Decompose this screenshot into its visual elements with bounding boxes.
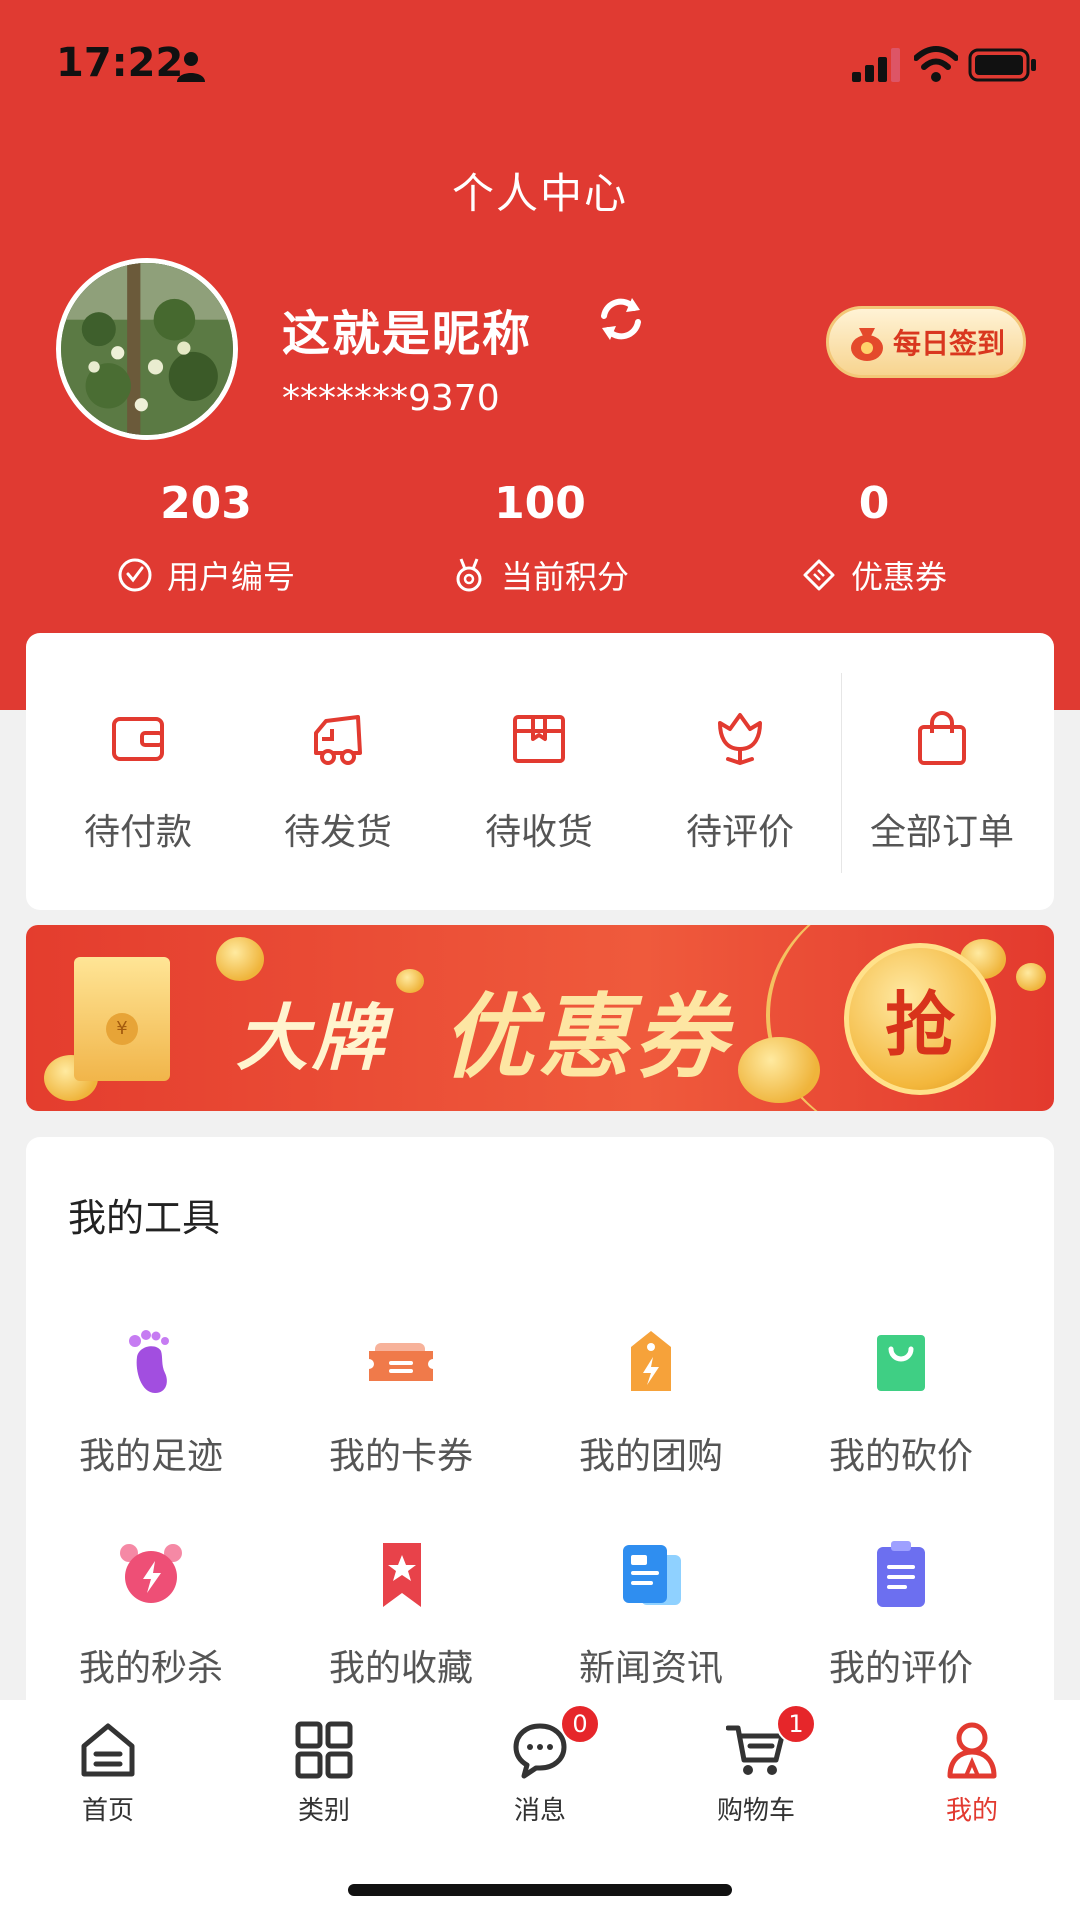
news-document-icon (623, 1545, 681, 1605)
stat-coupons[interactable]: 0 优惠券 (724, 478, 1024, 598)
coin-icon (1016, 963, 1046, 991)
battery-icon (968, 48, 1036, 82)
daily-checkin-label: 每日签到 (892, 327, 1005, 360)
tool-footprint[interactable]: 我的足迹 (26, 1327, 276, 1507)
grid-icon (295, 1721, 353, 1779)
order-pending-shipment[interactable]: 待发货 (238, 633, 438, 910)
order-label: 待收货 (484, 812, 593, 853)
truck-icon (314, 715, 362, 765)
cart-count-badge: 1 (776, 1704, 816, 1744)
tab-cart[interactable]: 1 购物车 (648, 1704, 864, 1840)
grab-coin-button[interactable]: 抢 (844, 943, 996, 1095)
coin-icon (396, 969, 424, 993)
order-label: 待评价 (685, 812, 794, 853)
stat-label: 当前积分 (500, 558, 629, 596)
banner-text-coupon: 优惠券 (442, 984, 731, 1091)
shopping-bag-icon (918, 711, 966, 765)
signal-icon (852, 48, 900, 82)
order-pending-payment[interactable]: 待付款 (38, 633, 238, 910)
tool-label: 我的评价 (828, 1648, 973, 1689)
home-icon (81, 1723, 135, 1777)
tab-label: 消息 (513, 1796, 566, 1826)
stat-label: 用户编号 (166, 558, 295, 596)
person-icon (177, 52, 205, 82)
wallet-icon (112, 717, 164, 761)
money-bag-icon (850, 328, 883, 361)
clipboard-icon (877, 1541, 925, 1607)
alarm-clock-icon (120, 1544, 182, 1603)
status-time: 17:22 (56, 40, 184, 86)
order-all[interactable]: 全部订单 (842, 633, 1042, 910)
tab-home[interactable]: 首页 (0, 1720, 216, 1840)
tool-label: 我的秒杀 (78, 1648, 223, 1689)
orders-card: 待付款 待发货 待收货 待评价 全部订单 (26, 633, 1054, 910)
yen-badge: ¥ (106, 1013, 138, 1045)
avatar-photo (61, 263, 233, 435)
order-pending-receipt[interactable]: 待收货 (439, 633, 639, 910)
user-icon (947, 1722, 997, 1779)
account-number: *******9370 (282, 378, 500, 419)
medal-icon (456, 558, 482, 592)
tool-label: 我的砍价 (828, 1436, 973, 1477)
ticket-icon (369, 1343, 433, 1381)
tool-bargain[interactable]: 我的砍价 (776, 1327, 1026, 1507)
tab-label: 类别 (297, 1796, 350, 1826)
coupon-ticket-icon (803, 559, 835, 591)
avatar[interactable] (56, 258, 238, 440)
stat-user-id[interactable]: 203 用户编号 (56, 478, 356, 598)
coin-icon (216, 937, 264, 981)
nickname: 这就是昵称 (282, 306, 533, 362)
tab-label: 我的 (945, 1796, 998, 1826)
daily-checkin-button[interactable]: 每日签到 (826, 306, 1026, 378)
tool-label: 我的团购 (578, 1436, 723, 1477)
banner-text-brand: 大牌 (236, 996, 389, 1080)
tab-mine[interactable]: 我的 (864, 1720, 1080, 1840)
tool-label: 新闻资讯 (578, 1648, 723, 1689)
coin-icon (738, 1037, 820, 1103)
tool-cards[interactable]: 我的卡券 (276, 1327, 526, 1507)
tool-news[interactable]: 新闻资讯 (526, 1539, 776, 1719)
clock-check-icon (118, 558, 152, 592)
tool-label: 我的收藏 (328, 1648, 473, 1689)
coupon-banner[interactable]: ¥ 大牌 优惠券 抢 (26, 925, 1054, 1111)
wifi-icon (914, 46, 958, 82)
message-count-badge: 0 (560, 1704, 600, 1744)
tab-label: 首页 (81, 1796, 134, 1826)
bookmark-star-icon (383, 1543, 421, 1607)
tool-group-buy[interactable]: 我的团购 (526, 1327, 776, 1507)
stat-value: 203 (160, 478, 252, 529)
stat-value: 100 (494, 478, 586, 529)
order-label: 全部订单 (869, 812, 1014, 853)
home-indicator[interactable] (348, 1884, 732, 1896)
status-bar: 17:22 (0, 0, 1080, 130)
tab-messages[interactable]: 0 消息 (432, 1704, 648, 1840)
tool-label: 我的足迹 (78, 1436, 223, 1477)
price-tag-icon (631, 1331, 671, 1391)
page-title: 个人中心 (451, 169, 628, 218)
tool-reviews[interactable]: 我的评价 (776, 1539, 1026, 1719)
tools-card: 我的工具 我的足迹 我的卡券 我的团购 我的砍价 我的秒杀 我的收藏 新闻资讯 … (26, 1137, 1054, 1737)
order-label: 待付款 (83, 812, 192, 853)
tool-label: 我的卡券 (328, 1436, 473, 1477)
refresh-icon[interactable] (596, 296, 646, 342)
shopping-bag-icon (877, 1335, 925, 1391)
flower-icon (718, 713, 762, 766)
order-label: 待发货 (283, 812, 392, 853)
stat-label: 优惠券 (850, 558, 947, 596)
stat-points[interactable]: 100 当前积分 (390, 478, 690, 598)
package-icon (513, 715, 565, 763)
stat-value: 0 (858, 478, 890, 529)
red-envelope-icon: ¥ (74, 957, 170, 1081)
footprint-icon (129, 1330, 169, 1393)
tab-categories[interactable]: 类别 (216, 1720, 432, 1840)
order-pending-review[interactable]: 待评价 (640, 633, 840, 910)
tab-label: 购物车 (716, 1796, 795, 1826)
grab-label: 抢 (885, 983, 955, 1066)
tools-title: 我的工具 (68, 1196, 221, 1240)
tool-favorites[interactable]: 我的收藏 (276, 1539, 526, 1719)
tool-flash-sale[interactable]: 我的秒杀 (26, 1539, 276, 1719)
